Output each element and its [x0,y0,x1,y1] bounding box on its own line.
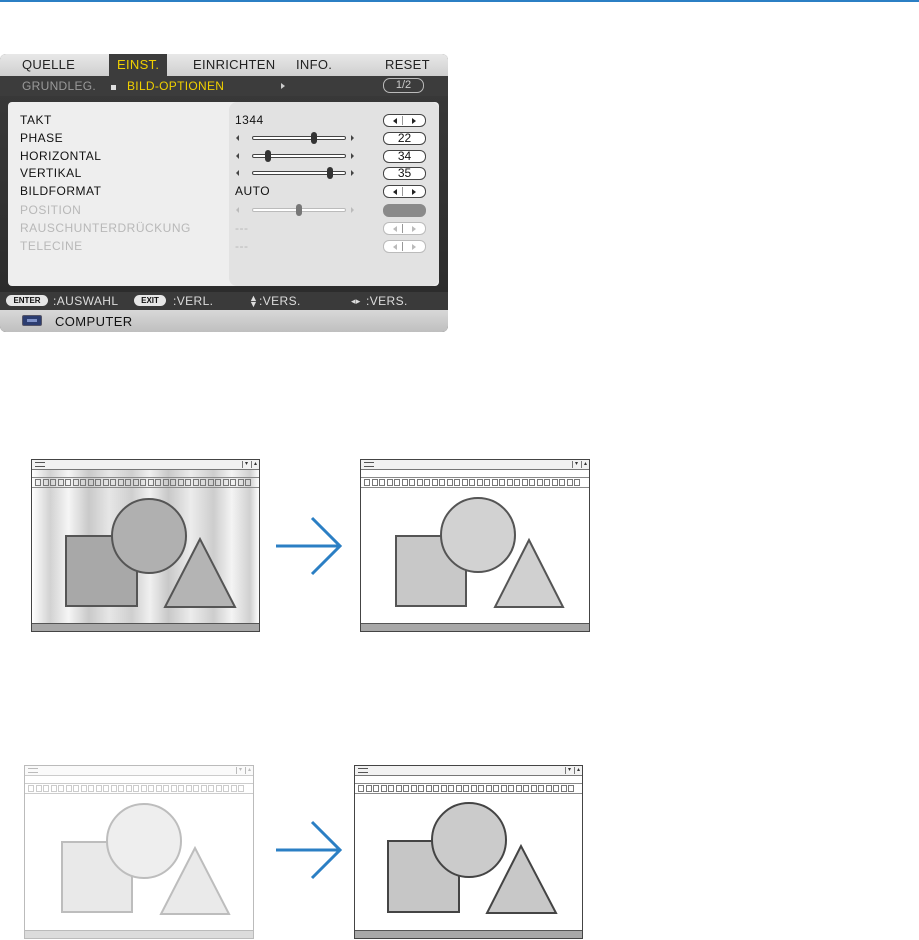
right-arrow-large-icon [276,516,343,576]
exit-help-text: :VERL. [173,294,214,308]
left-arrow-icon[interactable] [393,118,397,124]
telecine-adjust-buttons [383,240,426,253]
horizontal-slider[interactable] [236,149,356,163]
shapes-drawing [387,802,558,914]
takt-adjust-buttons[interactable] [383,114,426,127]
enter-help-text: :AUSWAHL [53,294,119,308]
source-name: COMPUTER [55,314,133,329]
label-horizontal: HORIZONTAL [20,149,102,163]
tab-info[interactable]: INFO. [296,57,332,72]
source-bar: COMPUTER [0,310,448,332]
right-arrow-icon [351,207,354,213]
slider-track[interactable] [252,136,346,140]
sub-tabs: GRUNDLEG. BILD-OPTIONEN 1/2 [0,76,448,96]
osd-menu: QUELLE EINST. EINRICHTEN INFO. RESET GRU… [0,54,448,332]
left-arrow-icon[interactable] [236,135,239,141]
value-horizontal: 34 [383,150,426,163]
subtab-grundleg[interactable]: GRUNDLEG. [22,79,96,93]
position-slider [236,203,356,217]
slider-knob[interactable] [310,132,317,144]
left-arrow-icon[interactable] [393,189,397,195]
left-arrow-icon [393,244,397,250]
label-bildformat: BILDFORMAT [20,184,102,198]
right-arrow-large-icon [276,820,343,880]
after-image-clean: ▾ ▴ [354,765,583,939]
shapes-drawing [61,803,231,915]
label-rauschunterdrueckung: RAUSCHUNTERDRÜCKUNG [20,221,191,235]
left-arrow-icon [393,226,397,232]
tab-quelle[interactable]: QUELLE [22,57,75,72]
slider-knob[interactable] [326,167,333,179]
page-indicator: 1/2 [383,78,424,93]
window-statusbar [355,930,582,938]
menu-tabs: QUELLE EINST. EINRICHTEN INFO. RESET [0,54,448,76]
next-subtab-icon [281,83,285,89]
key-help-bar: ENTER :AUSWAHL EXIT :VERL. ▲ ▼ :VERS. ◂▸ … [0,292,448,310]
window-statusbar [25,930,253,938]
divider [402,242,403,251]
left-right-arrow-icon: ◂▸ [351,296,361,306]
tab-reset[interactable]: RESET [385,57,430,72]
value-telecine: --- [235,239,249,253]
right-arrow-icon[interactable] [351,135,354,141]
tab-einrichten[interactable]: EINRICHTEN [193,57,275,72]
before-image-vertical-stripes: ▾ ▴ [31,459,260,632]
phase-slider[interactable] [236,131,356,145]
left-arrow-icon[interactable] [236,153,239,159]
slider-knob[interactable] [265,150,272,162]
label-telecine: TELECINE [20,239,83,253]
after-image-clean: ▾ ▴ [360,459,590,632]
divider [402,224,403,233]
right-arrow-icon[interactable] [412,189,416,195]
tab-einst[interactable]: EINST. [109,54,168,76]
value-takt: 1344 [235,113,264,127]
slider-knob [296,204,302,216]
divider [402,187,403,196]
top-rule [0,0,919,2]
rauschunterdrueckung-adjust-buttons [383,222,426,235]
settings-panel: TAKT 1344 PHASE 22 HORIZONTAL 34 VERTIKA… [8,102,439,286]
active-subtab-marker [111,85,116,90]
value-bildformat: AUTO [235,184,271,198]
left-arrow-icon[interactable] [236,170,239,176]
left-arrow-icon [236,207,239,213]
right-arrow-icon[interactable] [351,170,354,176]
value-phase: 22 [383,132,426,145]
value-rauschunterdrueckung: --- [235,221,249,235]
updown-help-text: :VERS. [259,294,301,308]
window-statusbar [361,623,589,631]
label-takt: TAKT [20,113,52,127]
right-arrow-icon [412,244,416,250]
exit-key-icon: EXIT [134,295,166,306]
before-image-faded: ▾ ▴ [24,765,254,939]
bildformat-adjust-buttons[interactable] [383,185,426,198]
right-arrow-icon[interactable] [412,118,416,124]
label-position: POSITION [20,203,82,217]
subtab-bild-optionen[interactable]: BILD-OPTIONEN [127,79,224,93]
right-arrow-icon [412,226,416,232]
right-arrow-icon[interactable] [351,153,354,159]
shapes-drawing [65,498,237,608]
leftright-help-text: :VERS. [366,294,408,308]
divider [402,116,403,125]
vertikal-slider[interactable] [236,166,356,180]
value-position [383,204,426,217]
value-vertikal: 35 [383,167,426,180]
window-statusbar [32,623,259,631]
label-vertikal: VERTIKAL [20,166,82,180]
enter-key-icon: ENTER [6,295,48,306]
pc-input-icon [22,315,42,326]
up-down-arrow-icon: ▲ ▼ [249,293,258,309]
label-phase: PHASE [20,131,64,145]
shapes-drawing [395,497,565,608]
